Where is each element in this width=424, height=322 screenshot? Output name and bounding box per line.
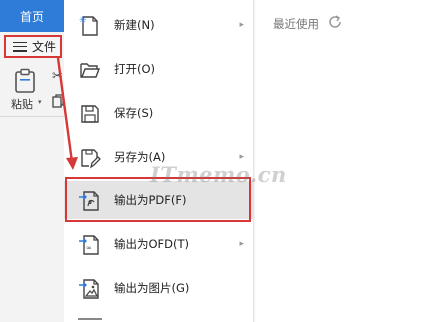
paste-dropdown-caret[interactable]: ▾ [38, 98, 42, 106]
menu-item-label: 输出为图片(G) [114, 281, 190, 295]
folder-open-icon [80, 63, 101, 78]
file-menu: ✳ 新建(N) ▸ 打开(O) 保存(S) 另存为(A) ▸ 输出为PDF(F)… [64, 0, 254, 322]
paste-label[interactable]: 粘贴 [11, 96, 33, 112]
ribbon-panel: 首页 文件 粘贴 ▾ ✂ [0, 0, 64, 322]
paste-icon[interactable] [13, 68, 39, 94]
save-as-icon [81, 149, 101, 169]
tab-home[interactable]: 首页 [0, 0, 64, 32]
menu-item-label: 输出为OFD(T) [114, 237, 190, 251]
recent-files-title: 最近使用 [273, 17, 319, 31]
menu-item-label: 保存(S) [114, 106, 154, 120]
save-icon [81, 105, 99, 123]
submenu-arrow-icon: ▸ [239, 239, 244, 249]
export-image-icon [79, 279, 99, 299]
menu-item-label: 新建(N) [114, 18, 155, 32]
menu-item-new[interactable]: ✳ 新建(N) ▸ [64, 6, 254, 44]
menu-icon [13, 41, 27, 52]
submenu-arrow-icon: ▸ [239, 20, 244, 30]
refresh-icon[interactable] [327, 14, 343, 30]
copy-icon[interactable] [52, 94, 64, 108]
submenu-arrow-icon: ▸ [239, 152, 244, 162]
next-item-icon-partial [78, 318, 102, 320]
export-ofd-icon: ∞ [79, 235, 99, 255]
menu-item-export-image[interactable]: 输出为图片(G) [64, 269, 254, 307]
recent-files-panel: 最近使用 [255, 0, 424, 322]
svg-text:✳: ✳ [79, 16, 87, 26]
annotation-highlight-box [65, 177, 251, 222]
menu-item-label: 打开(O) [114, 62, 156, 76]
menu-item-open[interactable]: 打开(O) [64, 50, 254, 88]
file-menu-label: 文件 [32, 40, 57, 54]
file-menu-button[interactable]: 文件 [4, 35, 62, 58]
new-document-icon: ✳ [79, 16, 98, 36]
menu-item-label: 另存为(A) [114, 150, 166, 164]
ribbon-divider [0, 116, 64, 117]
menu-item-save-as[interactable]: 另存为(A) ▸ [64, 138, 254, 176]
app-window: 首页 文件 粘贴 ▾ ✂ ✳ 新建(N) ▸ 打开(O) 保存(S) 另存为(A… [0, 0, 424, 322]
menu-item-export-ofd[interactable]: ∞ 输出为OFD(T) ▸ [64, 225, 254, 263]
scissors-icon[interactable]: ✂ [52, 69, 63, 84]
svg-text:∞: ∞ [86, 244, 92, 252]
menu-item-save[interactable]: 保存(S) [64, 94, 254, 132]
